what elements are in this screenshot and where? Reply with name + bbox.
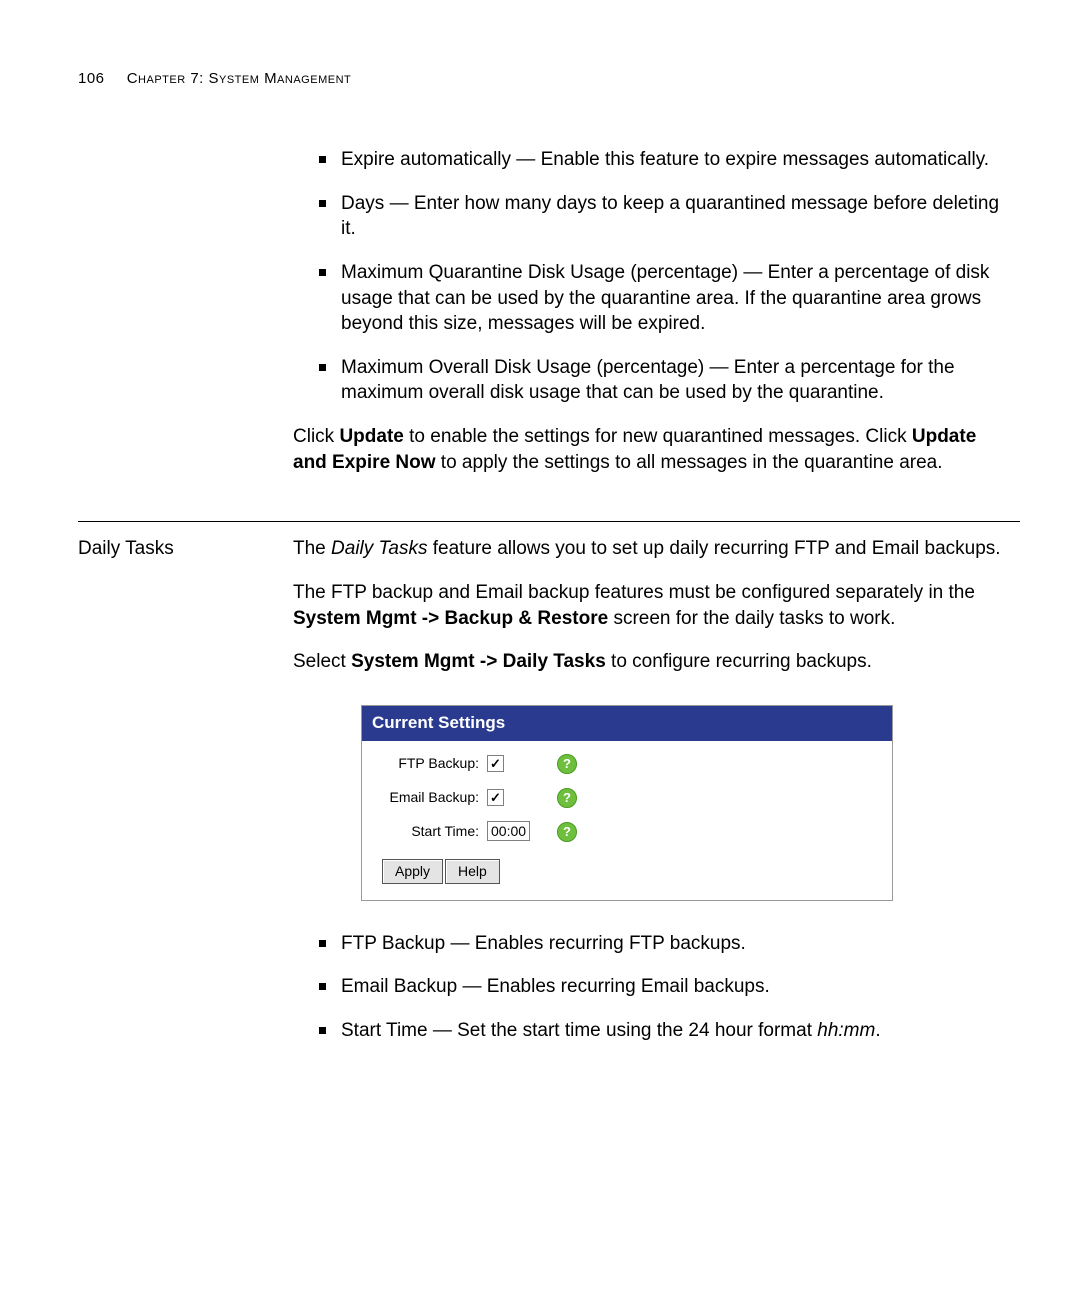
daily-tasks-term: Daily Tasks (331, 538, 427, 559)
nav-path: System Mgmt -> Daily Tasks (351, 651, 606, 672)
list-item: Email Backup — Enables recurring Email b… (319, 974, 1010, 1000)
text: The FTP backup and Email backup features… (293, 582, 975, 603)
daily-tasks-intro: The Daily Tasks feature allows you to se… (293, 536, 1010, 562)
running-header: 106 Chapter 7: System Management (78, 70, 1020, 87)
option-desc: — Enables recurring Email backups. (457, 976, 770, 997)
option-desc: — Set the start time using the 24 hour f… (428, 1020, 818, 1041)
page-number: 106 (78, 70, 105, 87)
list-item: FTP Backup — Enables recurring FTP backu… (319, 931, 1010, 957)
nav-path: System Mgmt -> Backup & Restore (293, 608, 608, 629)
page: 106 Chapter 7: System Management Expire … (0, 0, 1080, 1296)
ftp-backup-checkbox[interactable] (487, 755, 504, 772)
help-icon[interactable]: ? (557, 822, 577, 842)
help-icon[interactable]: ? (557, 788, 577, 808)
option-label: Start Time (341, 1020, 428, 1041)
option-label: Maximum Quarantine Disk Usage (percentag… (341, 262, 738, 283)
text: to apply the settings to all messages in… (436, 452, 943, 473)
option-label: Email Backup (341, 976, 457, 997)
time-format: hh:mm (817, 1020, 875, 1041)
panel-button-row: ApplyHelp (372, 849, 882, 888)
list-item: Expire automatically — Enable this featu… (319, 147, 1010, 173)
option-desc: — Enable this feature to expire messages… (511, 149, 989, 170)
section-heading: Daily Tasks (78, 536, 293, 1061)
daily-tasks-config-note: The FTP backup and Email backup features… (293, 580, 1010, 631)
text: screen for the daily tasks to work. (608, 608, 895, 629)
option-desc: . (875, 1020, 880, 1041)
option-label: Maximum Overall Disk Usage (percentage) (341, 357, 704, 378)
update-keyword: Update (339, 426, 403, 447)
section-divider (78, 521, 1020, 522)
panel-title: Current Settings (362, 706, 892, 741)
option-label: FTP Backup (341, 933, 445, 954)
text: feature allows you to set up daily recur… (427, 538, 1000, 559)
text: The (293, 538, 331, 559)
text: Select (293, 651, 351, 672)
email-backup-row: Email Backup: ? (372, 781, 882, 815)
option-label: Days (341, 193, 384, 214)
text: to enable the settings for new quarantin… (404, 426, 912, 447)
panel-body: FTP Backup: ? Email Backup: ? Start Time… (362, 741, 892, 900)
daily-tasks-option-list: FTP Backup — Enables recurring FTP backu… (293, 931, 1010, 1044)
option-desc: — Enables recurring FTP backups. (445, 933, 746, 954)
list-item: Days — Enter how many days to keep a qua… (319, 191, 1010, 242)
text: Click (293, 426, 339, 447)
update-instructions: Click Update to enable the settings for … (293, 424, 1010, 475)
start-time-label: Start Time: (372, 822, 487, 841)
top-section: Expire automatically — Enable this featu… (78, 147, 1020, 493)
list-item: Maximum Quarantine Disk Usage (percentag… (319, 260, 1010, 337)
daily-tasks-section: Daily Tasks The Daily Tasks feature allo… (78, 536, 1020, 1061)
option-desc: — Enter how many days to keep a quaranti… (341, 193, 999, 240)
email-backup-label: Email Backup: (372, 788, 487, 807)
list-item: Start Time — Set the start time using th… (319, 1018, 1010, 1044)
start-time-input[interactable]: 00:00 (487, 821, 530, 841)
quarantine-option-list: Expire automatically — Enable this featu… (293, 147, 1010, 406)
text: to configure recurring backups. (606, 651, 872, 672)
help-button[interactable]: Help (445, 859, 500, 884)
chapter-heading: Chapter 7: System Management (127, 70, 352, 87)
ftp-backup-label: FTP Backup: (372, 754, 487, 773)
current-settings-panel: Current Settings FTP Backup: ? Email Bac… (361, 705, 893, 901)
apply-button[interactable]: Apply (382, 859, 443, 884)
help-icon[interactable]: ? (557, 754, 577, 774)
start-time-row: Start Time: 00:00 ? (372, 815, 882, 849)
email-backup-checkbox[interactable] (487, 789, 504, 806)
ftp-backup-row: FTP Backup: ? (372, 747, 882, 781)
list-item: Maximum Overall Disk Usage (percentage) … (319, 355, 1010, 406)
option-label: Expire automatically (341, 149, 511, 170)
daily-tasks-select-note: Select System Mgmt -> Daily Tasks to con… (293, 649, 1010, 675)
